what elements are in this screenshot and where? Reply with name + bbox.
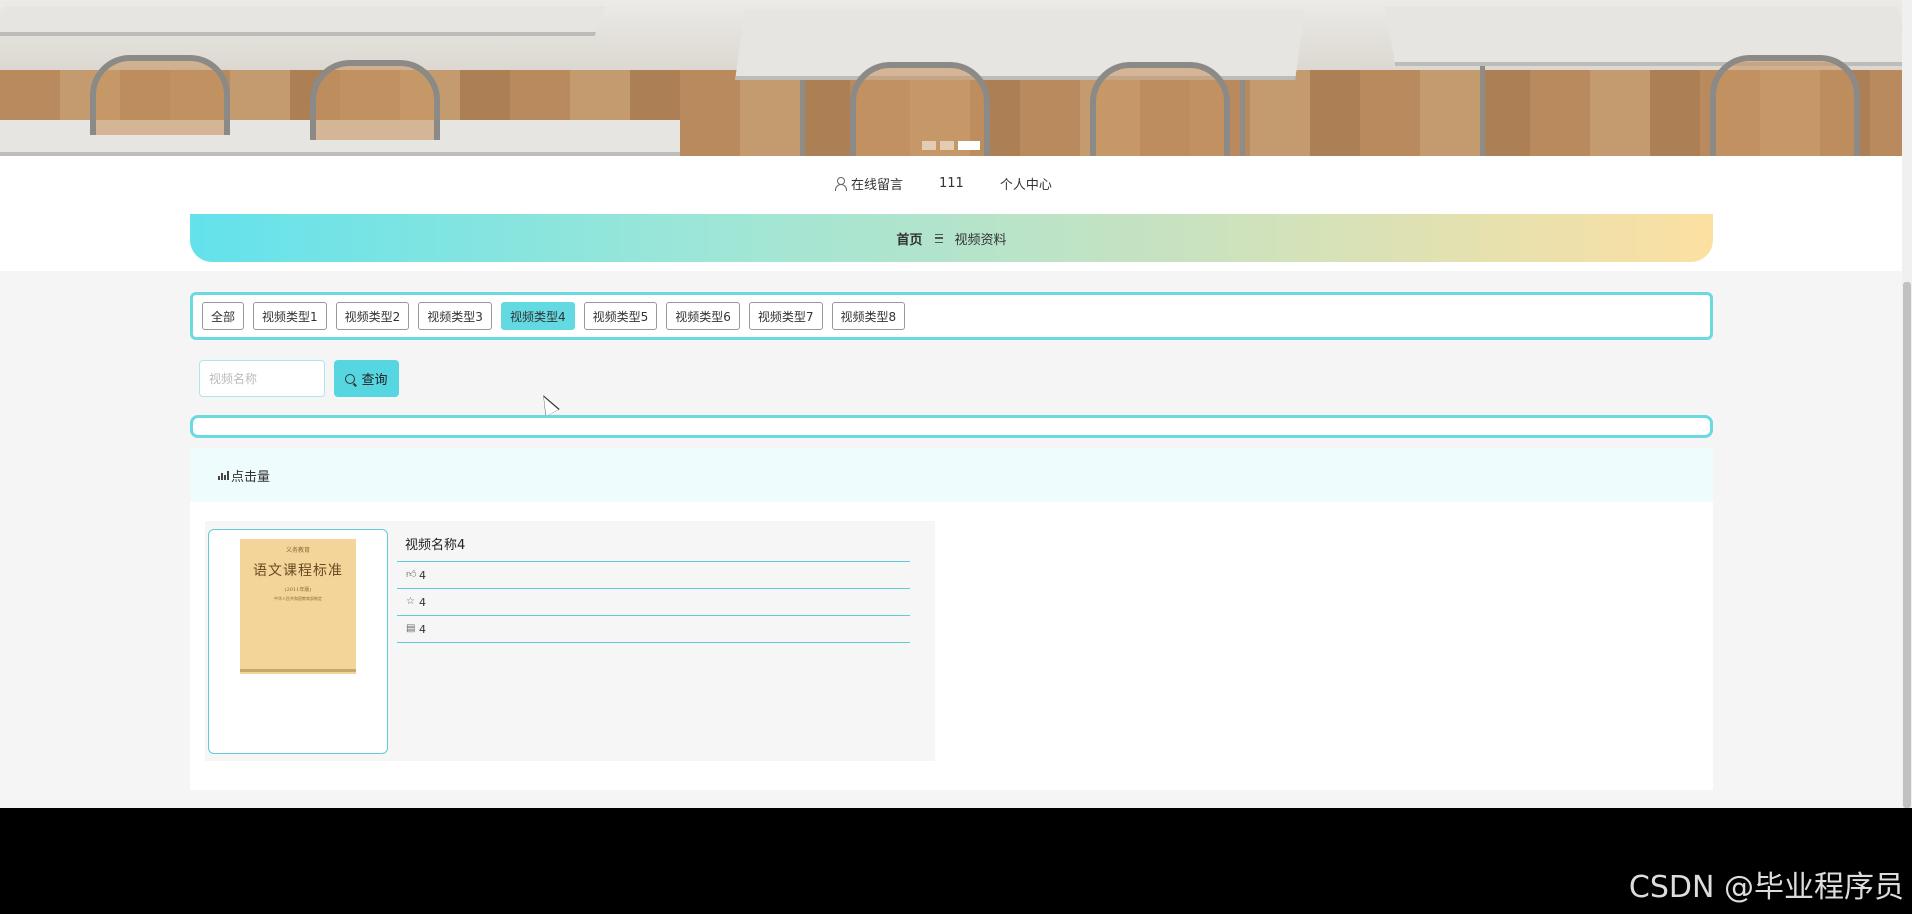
empty-filter-bar (190, 415, 1713, 438)
search-button[interactable]: 查询 (334, 360, 399, 397)
username-link[interactable]: 111 (939, 176, 964, 191)
search-icon (345, 373, 356, 384)
category-filter: 全部 视频类型1 视频类型2 视频类型3 视频类型4 视频类型5 视频类型6 视… (190, 292, 1713, 340)
banner-desk (0, 6, 606, 36)
cover-top-text: 义务教育 (285, 547, 310, 554)
messages-label: 在线留言 (851, 178, 904, 193)
username-label: 111 (939, 176, 964, 191)
category-type-3[interactable]: 视频类型3 (418, 302, 492, 330)
top-links: 在线留言 111 个人中心 (834, 174, 1088, 193)
likes-count: 4 (419, 568, 426, 582)
banner-desk-leg (1240, 80, 1245, 156)
category-type-4[interactable]: 视频类型4 (500, 302, 575, 330)
cover-publisher: 中华人民共和国教育部制定 (274, 596, 322, 601)
category-type-7[interactable]: 视频类型7 (748, 302, 823, 330)
bar-chart-icon (218, 470, 229, 480)
banner-desk (735, 10, 1305, 80)
clicks-count: 4 (419, 622, 426, 636)
banner-chair (1090, 62, 1230, 156)
scrollbar-thumb[interactable] (1903, 282, 1911, 808)
menu-icon (934, 233, 943, 243)
video-thumbnail[interactable]: 义务教育 语文课程标准 (2011年版) 中华人民共和国教育部制定 (240, 539, 356, 674)
category-type-5[interactable]: 视频类型5 (583, 302, 658, 330)
category-all[interactable]: 全部 (202, 302, 245, 330)
main-nav: 首页 视频资料 (190, 214, 1713, 262)
cover-title: 语文课程标准 (253, 563, 343, 579)
cover-bottom-band (240, 669, 356, 672)
user-icon (834, 177, 847, 191)
carousel-dot[interactable] (940, 141, 954, 150)
star-icon: ☆ (406, 596, 415, 607)
search-button-label: 查询 (361, 373, 388, 388)
banner-desk-leg (800, 80, 805, 156)
carousel-dot[interactable] (922, 141, 936, 150)
search-input[interactable] (199, 360, 325, 397)
category-type-6[interactable]: 视频类型6 (666, 302, 740, 330)
category-type-8[interactable]: 视频类型8 (831, 302, 906, 330)
sort-bar: 点击量 (190, 448, 1713, 502)
cover-edition: (2011年版) (284, 587, 312, 593)
carousel-indicators (922, 141, 980, 150)
sort-by-clicks[interactable]: 点击量 (231, 466, 270, 485)
video-info: 视频名称4 👍︎ 4 ☆ 4 ▤ 4 (397, 533, 910, 643)
banner-chair (310, 60, 440, 140)
messages-link[interactable]: 在线留言 (834, 174, 903, 193)
profile-link[interactable]: 个人中心 (1000, 174, 1052, 193)
footer (0, 808, 1912, 914)
video-name[interactable]: 视频名称4 (397, 533, 910, 562)
banner-carousel[interactable] (0, 0, 1902, 156)
banner-chair (90, 55, 230, 135)
nav-videos[interactable]: 视频资料 (955, 229, 1007, 248)
calendar-icon: ▤ (406, 623, 416, 634)
likes-row: 👍︎ 4 (397, 562, 910, 589)
carousel-dot-active[interactable] (958, 141, 980, 150)
thumbs-up-icon: 👍︎ (406, 569, 417, 580)
banner-desk-leg (1480, 66, 1485, 156)
profile-label: 个人中心 (999, 178, 1052, 193)
category-type-2[interactable]: 视频类型2 (335, 302, 410, 330)
favorites-row: ☆ 4 (397, 589, 910, 616)
nav-home[interactable]: 首页 (896, 229, 922, 248)
clicks-row: ▤ 4 (397, 616, 910, 643)
category-type-1[interactable]: 视频类型1 (253, 302, 327, 330)
banner-chair (1710, 55, 1860, 156)
favorites-count: 4 (419, 595, 426, 609)
watermark: CSDN @毕业程序员 (1628, 870, 1904, 905)
